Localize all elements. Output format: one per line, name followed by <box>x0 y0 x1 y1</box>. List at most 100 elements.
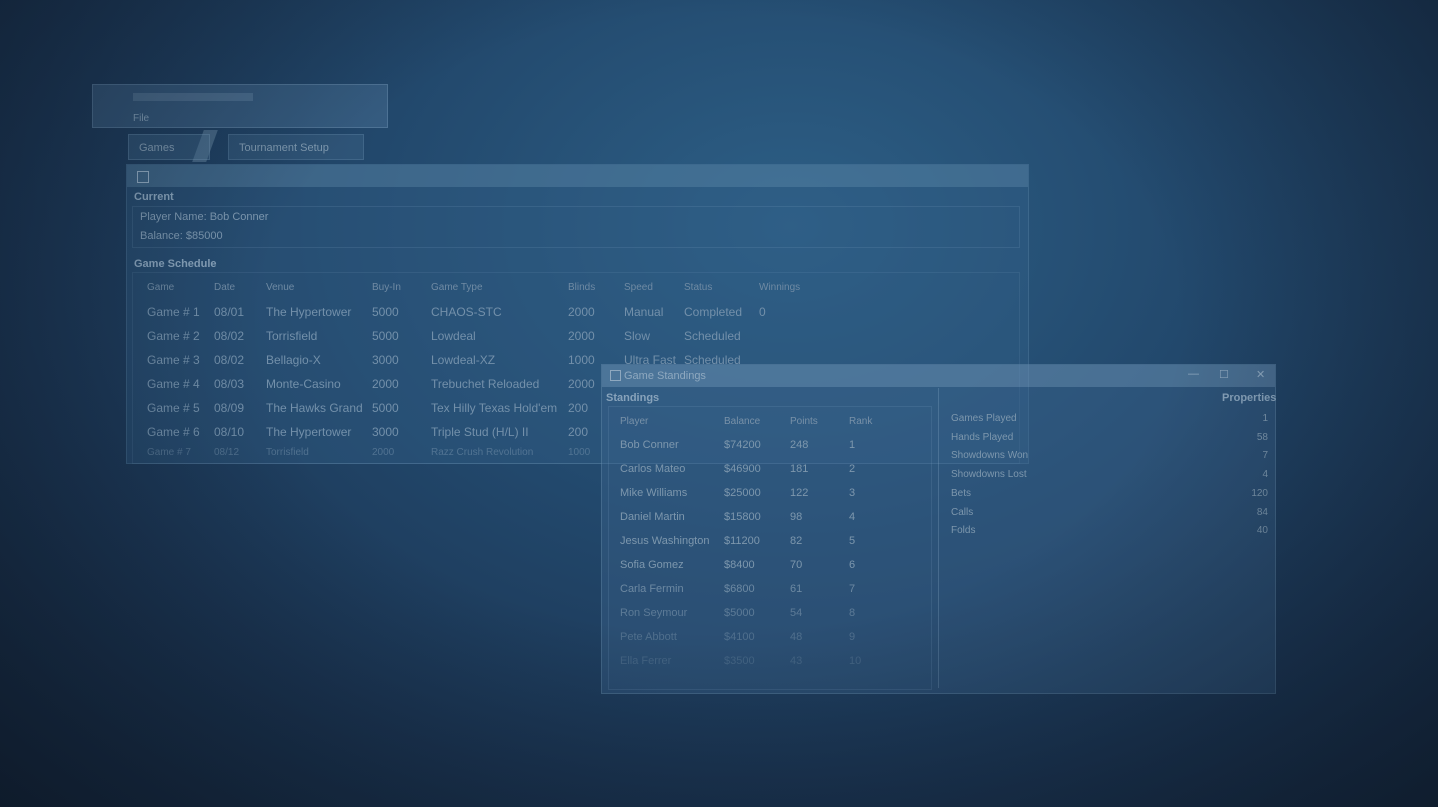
col-header-blinds[interactable]: Blinds <box>568 282 595 293</box>
cell-points: 122 <box>790 487 809 499</box>
cell-buyin: 5000 <box>372 401 399 415</box>
cell-player: Carla Fermin <box>620 583 684 595</box>
cell-game: Game # 7 <box>147 447 191 458</box>
prop-bets-value: 120 <box>1251 488 1268 499</box>
col-header-date[interactable]: Date <box>214 282 235 293</box>
prop-folds-label: Folds <box>951 525 976 536</box>
col-header-rank[interactable]: Rank <box>849 416 872 427</box>
cell-venue: The Hawks Grand <box>266 401 363 415</box>
cell-rank: 2 <box>849 463 856 475</box>
prop-showdowns-won-value: 7 <box>1262 450 1268 461</box>
cell-balance: $6800 <box>724 583 755 595</box>
cell-points: 43 <box>790 655 803 667</box>
col-header-venue[interactable]: Venue <box>266 282 294 293</box>
tab-bar: Games Tournament Setup <box>128 134 364 160</box>
cell-game: Game # 2 <box>147 329 200 343</box>
close-button[interactable]: ✕ <box>1256 368 1265 381</box>
prop-bets-label: Bets <box>951 488 972 499</box>
cell-game-type: Trebuchet Reloaded <box>431 377 540 391</box>
cell-speed: Slow <box>624 329 651 343</box>
cell-date: 08/02 <box>214 353 245 367</box>
prop-games-played-label: Games Played <box>951 413 1017 424</box>
cell-winnings: 0 <box>759 305 766 319</box>
cell-player: Mike Williams <box>620 487 688 499</box>
cell-player: Jesus Washington <box>620 535 710 547</box>
cell-points: 98 <box>790 511 803 523</box>
col-header-game-type[interactable]: Game Type <box>431 282 483 293</box>
splitter[interactable] <box>938 388 939 688</box>
col-header-buyin[interactable]: Buy-In <box>372 282 401 293</box>
standings-section-label: Standings <box>606 392 660 404</box>
cell-date: 08/02 <box>214 329 245 343</box>
cell-balance: $8400 <box>724 559 755 571</box>
main-window-title-bar[interactable] <box>127 165 1028 187</box>
cell-status: Completed <box>684 305 743 319</box>
cell-balance: $4100 <box>724 631 755 643</box>
cell-points: 248 <box>790 439 809 451</box>
cell-points: 61 <box>790 583 803 595</box>
current-section-label: Current <box>134 191 174 203</box>
cell-blinds: 200 <box>568 425 589 439</box>
small-window[interactable]: File <box>92 84 388 128</box>
cell-speed: Manual <box>624 305 664 319</box>
cell-game-type: CHAOS-STC <box>431 305 502 319</box>
cell-game: Game # 1 <box>147 305 200 319</box>
maximize-button[interactable]: ☐ <box>1219 368 1229 381</box>
col-header-winnings[interactable]: Winnings <box>759 282 800 293</box>
prop-folds-value: 40 <box>1256 525 1268 536</box>
cell-game: Game # 4 <box>147 377 200 391</box>
tab-games[interactable]: Games <box>128 134 210 160</box>
col-header-speed[interactable]: Speed <box>624 282 653 293</box>
cell-game: Game # 3 <box>147 353 200 367</box>
col-header-status[interactable]: Status <box>684 282 712 293</box>
cell-player: Sofia Gomez <box>620 559 684 571</box>
minimize-button[interactable]: — <box>1188 368 1199 380</box>
cell-game: Game # 6 <box>147 425 200 439</box>
cell-date: 08/12 <box>214 447 240 458</box>
prop-hands-played-label: Hands Played <box>951 432 1014 443</box>
cell-game-type: Tex Hilly Texas Hold'em <box>431 401 558 415</box>
cell-points: 70 <box>790 559 803 571</box>
prop-showdowns-won-label: Showdowns Won <box>951 450 1029 461</box>
cell-rank: 4 <box>849 511 856 523</box>
cell-points: 48 <box>790 631 803 643</box>
col-header-game[interactable]: Game <box>147 282 174 293</box>
cell-blinds: 200 <box>568 401 589 415</box>
prop-games-played-value: 1 <box>1262 413 1268 424</box>
cell-game-type: Lowdeal <box>431 329 476 343</box>
cell-rank: 8 <box>849 607 856 619</box>
cell-balance: $15800 <box>724 511 761 523</box>
col-header-player[interactable]: Player <box>620 416 648 427</box>
cell-player: Pete Abbott <box>620 631 677 643</box>
cell-rank: 9 <box>849 631 856 643</box>
prop-calls-value: 84 <box>1256 507 1268 518</box>
standings-window-title: Game Standings <box>624 370 706 382</box>
cell-balance: $25000 <box>724 487 761 499</box>
small-window-title-bar <box>133 93 253 101</box>
cell-venue: Monte-Casino <box>266 377 341 391</box>
cell-rank: 7 <box>849 583 856 595</box>
cell-status: Scheduled <box>684 329 741 343</box>
cell-buyin: 5000 <box>372 329 399 343</box>
col-header-points[interactable]: Points <box>790 416 818 427</box>
cell-buyin: 2000 <box>372 377 399 391</box>
cell-date: 08/03 <box>214 377 245 391</box>
cell-player: Carlos Mateo <box>620 463 686 475</box>
cell-buyin: 5000 <box>372 305 399 319</box>
cell-buyin: 3000 <box>372 353 399 367</box>
cell-rank: 6 <box>849 559 856 571</box>
small-window-menu[interactable]: File <box>133 113 149 124</box>
cell-player: Ron Seymour <box>620 607 688 619</box>
cell-blinds: 2000 <box>568 377 595 391</box>
cell-rank: 3 <box>849 487 856 499</box>
cell-date: 08/01 <box>214 305 245 319</box>
tab-tournament-setup[interactable]: Tournament Setup <box>228 134 364 160</box>
cell-venue: The Hypertower <box>266 305 352 319</box>
cell-venue: The Hypertower <box>266 425 352 439</box>
cell-game-type: Triple Stud (H/L) II <box>431 425 529 439</box>
cell-player: Daniel Martin <box>620 511 685 523</box>
cell-player: Ella Ferrer <box>620 655 672 667</box>
col-header-balance[interactable]: Balance <box>724 416 760 427</box>
prop-calls-label: Calls <box>951 507 974 518</box>
cell-buyin: 2000 <box>372 447 395 458</box>
